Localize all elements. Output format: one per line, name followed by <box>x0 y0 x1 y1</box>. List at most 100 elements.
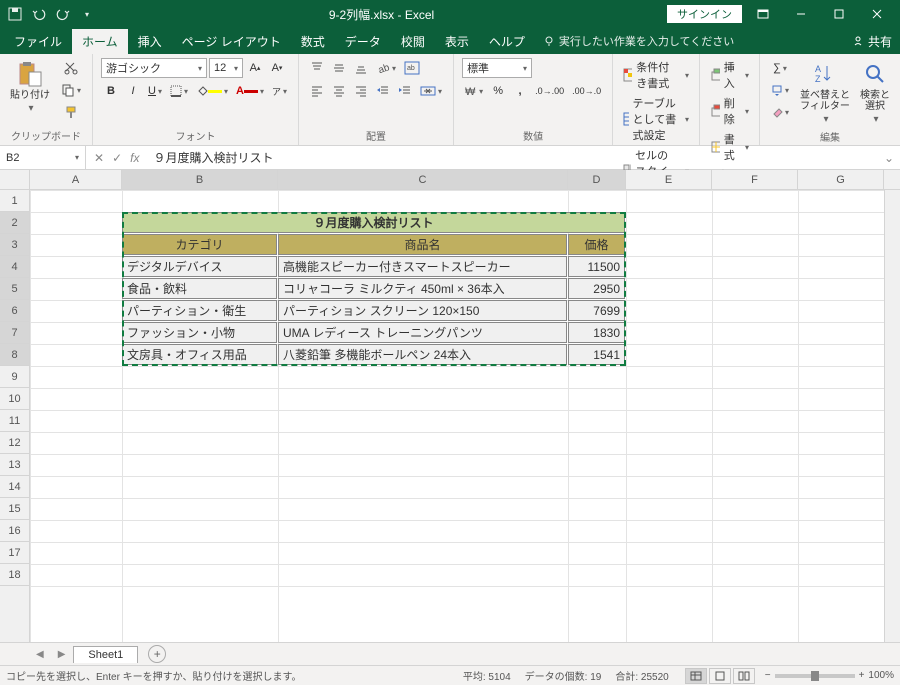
find-select-button[interactable]: 検索と 選択▾ <box>858 58 892 127</box>
cell[interactable]: 価格 <box>568 234 625 255</box>
name-box[interactable]: B2▾ <box>0 146 86 169</box>
cell[interactable]: 1541 <box>568 344 625 365</box>
cell[interactable]: カテゴリ <box>122 234 277 255</box>
col-header-G[interactable]: G <box>798 170 884 189</box>
delete-cells-button[interactable]: 削除▾ <box>708 94 751 128</box>
row-header-4[interactable]: 4 <box>0 256 29 278</box>
sheet-tab[interactable]: Sheet1 <box>73 646 138 663</box>
format-as-table-button[interactable]: テーブルとして書式設定▾ <box>621 94 691 144</box>
page-layout-view-button[interactable] <box>709 668 731 684</box>
italic-button[interactable]: I <box>123 81 143 101</box>
normal-view-button[interactable] <box>685 668 707 684</box>
orientation-button[interactable]: ab▾ <box>373 58 399 78</box>
signin-button[interactable]: サインイン <box>667 5 742 23</box>
maximize-button[interactable] <box>822 4 856 24</box>
row-header-18[interactable]: 18 <box>0 564 29 586</box>
cell[interactable]: 7699 <box>568 300 625 321</box>
qat-customize-icon[interactable]: ▾ <box>78 5 96 23</box>
accounting-format-button[interactable]: ₩▾ <box>462 81 486 101</box>
increase-font-button[interactable]: A▴ <box>245 58 265 78</box>
row-header-13[interactable]: 13 <box>0 454 29 476</box>
cell[interactable]: 食品・飲料 <box>122 278 277 299</box>
redo-icon[interactable] <box>54 5 72 23</box>
row-header-3[interactable]: 3 <box>0 234 29 256</box>
tab-ホーム[interactable]: ホーム <box>72 29 128 54</box>
cancel-formula-icon[interactable]: ✕ <box>94 151 104 165</box>
row-header-2[interactable]: 2 <box>0 212 29 234</box>
increase-decimal-button[interactable]: .0→.00 <box>532 81 567 101</box>
tab-ヘルプ[interactable]: ヘルプ <box>479 29 535 54</box>
bold-button[interactable]: B <box>101 81 121 101</box>
row-header-12[interactable]: 12 <box>0 432 29 454</box>
cell[interactable]: 1830 <box>568 322 625 343</box>
insert-cells-button[interactable]: 挿入▾ <box>708 58 751 92</box>
close-button[interactable] <box>860 4 894 24</box>
minimize-button[interactable] <box>784 4 818 24</box>
tell-me[interactable]: 実行したい作業を入力してください <box>543 33 734 49</box>
row-header-1[interactable]: 1 <box>0 190 29 212</box>
align-left-button[interactable] <box>307 81 327 101</box>
cell[interactable]: パーティション・衛生 <box>122 300 277 321</box>
row-header-17[interactable]: 17 <box>0 542 29 564</box>
page-break-view-button[interactable] <box>733 668 755 684</box>
align-middle-button[interactable] <box>329 58 349 78</box>
comma-button[interactable]: , <box>510 81 530 101</box>
cell[interactable]: ９月度購入検討リスト <box>122 212 625 233</box>
select-all-corner[interactable] <box>0 170 30 190</box>
border-button[interactable]: ▾ <box>167 81 191 101</box>
save-icon[interactable] <box>6 5 24 23</box>
col-header-A[interactable]: A <box>30 170 122 189</box>
enter-formula-icon[interactable]: ✓ <box>112 151 122 165</box>
font-size-select[interactable]: 12▾ <box>209 58 243 78</box>
cell[interactable]: 八菱鉛筆 多機能ボールペン 24本入 <box>278 344 567 365</box>
zoom-out-button[interactable]: − <box>765 670 771 681</box>
decrease-decimal-button[interactable]: .00→.0 <box>569 81 604 101</box>
paste-button[interactable]: 貼り付け ▾ <box>8 58 52 116</box>
clear-button[interactable]: ▾ <box>768 102 792 122</box>
col-header-F[interactable]: F <box>712 170 798 189</box>
tab-ファイル[interactable]: ファイル <box>4 29 72 54</box>
wrap-text-button[interactable]: ab <box>401 58 423 78</box>
tab-データ[interactable]: データ <box>335 29 391 54</box>
cell[interactable]: 商品名 <box>278 234 567 255</box>
tab-校閲[interactable]: 校閲 <box>391 29 435 54</box>
underline-button[interactable]: U▾ <box>145 81 165 101</box>
vertical-scrollbar[interactable] <box>884 190 900 642</box>
tab-ページ レイアウト[interactable]: ページ レイアウト <box>172 29 291 54</box>
tab-表示[interactable]: 表示 <box>435 29 479 54</box>
share-button[interactable]: 共有 <box>852 33 892 50</box>
col-header-B[interactable]: B <box>122 170 278 189</box>
font-name-select[interactable]: 游ゴシック▾ <box>101 58 207 78</box>
fill-color-button[interactable]: ▾ <box>193 81 231 101</box>
cell[interactable]: 高機能スピーカー付きスマートスピーカー <box>278 256 567 277</box>
cell[interactable]: 文房具・オフィス用品 <box>122 344 277 365</box>
fill-button[interactable]: ▾ <box>768 80 792 100</box>
increase-indent-button[interactable] <box>395 81 415 101</box>
row-header-5[interactable]: 5 <box>0 278 29 300</box>
formula-input[interactable]: ９月度購入検討リスト <box>147 149 877 166</box>
row-header-10[interactable]: 10 <box>0 388 29 410</box>
expand-formula-icon[interactable]: ⌄ <box>878 151 900 165</box>
zoom-control[interactable]: − + 100% <box>765 670 894 681</box>
col-header-D[interactable]: D <box>568 170 626 189</box>
cell[interactable]: ファッション・小物 <box>122 322 277 343</box>
row-header-8[interactable]: 8 <box>0 344 29 366</box>
ribbon-options-icon[interactable] <box>746 4 780 24</box>
sheet-nav-next[interactable]: ▶ <box>52 649 72 660</box>
cell[interactable]: コリャコーラ ミルクティ 450ml × 36本入 <box>278 278 567 299</box>
format-painter-button[interactable] <box>58 102 84 122</box>
align-right-button[interactable] <box>351 81 371 101</box>
decrease-indent-button[interactable] <box>373 81 393 101</box>
cell[interactable]: 2950 <box>568 278 625 299</box>
zoom-in-button[interactable]: + <box>859 670 865 681</box>
zoom-level[interactable]: 100% <box>868 670 894 681</box>
number-format-select[interactable]: 標準▾ <box>462 58 532 78</box>
zoom-slider[interactable] <box>775 674 855 678</box>
new-sheet-button[interactable]: + <box>148 645 166 663</box>
tab-挿入[interactable]: 挿入 <box>128 29 172 54</box>
fx-button[interactable]: fx <box>130 151 139 165</box>
col-header-E[interactable]: E <box>626 170 712 189</box>
undo-icon[interactable] <box>30 5 48 23</box>
cell[interactable]: UMA レディース トレーニングパンツ <box>278 322 567 343</box>
row-header-9[interactable]: 9 <box>0 366 29 388</box>
